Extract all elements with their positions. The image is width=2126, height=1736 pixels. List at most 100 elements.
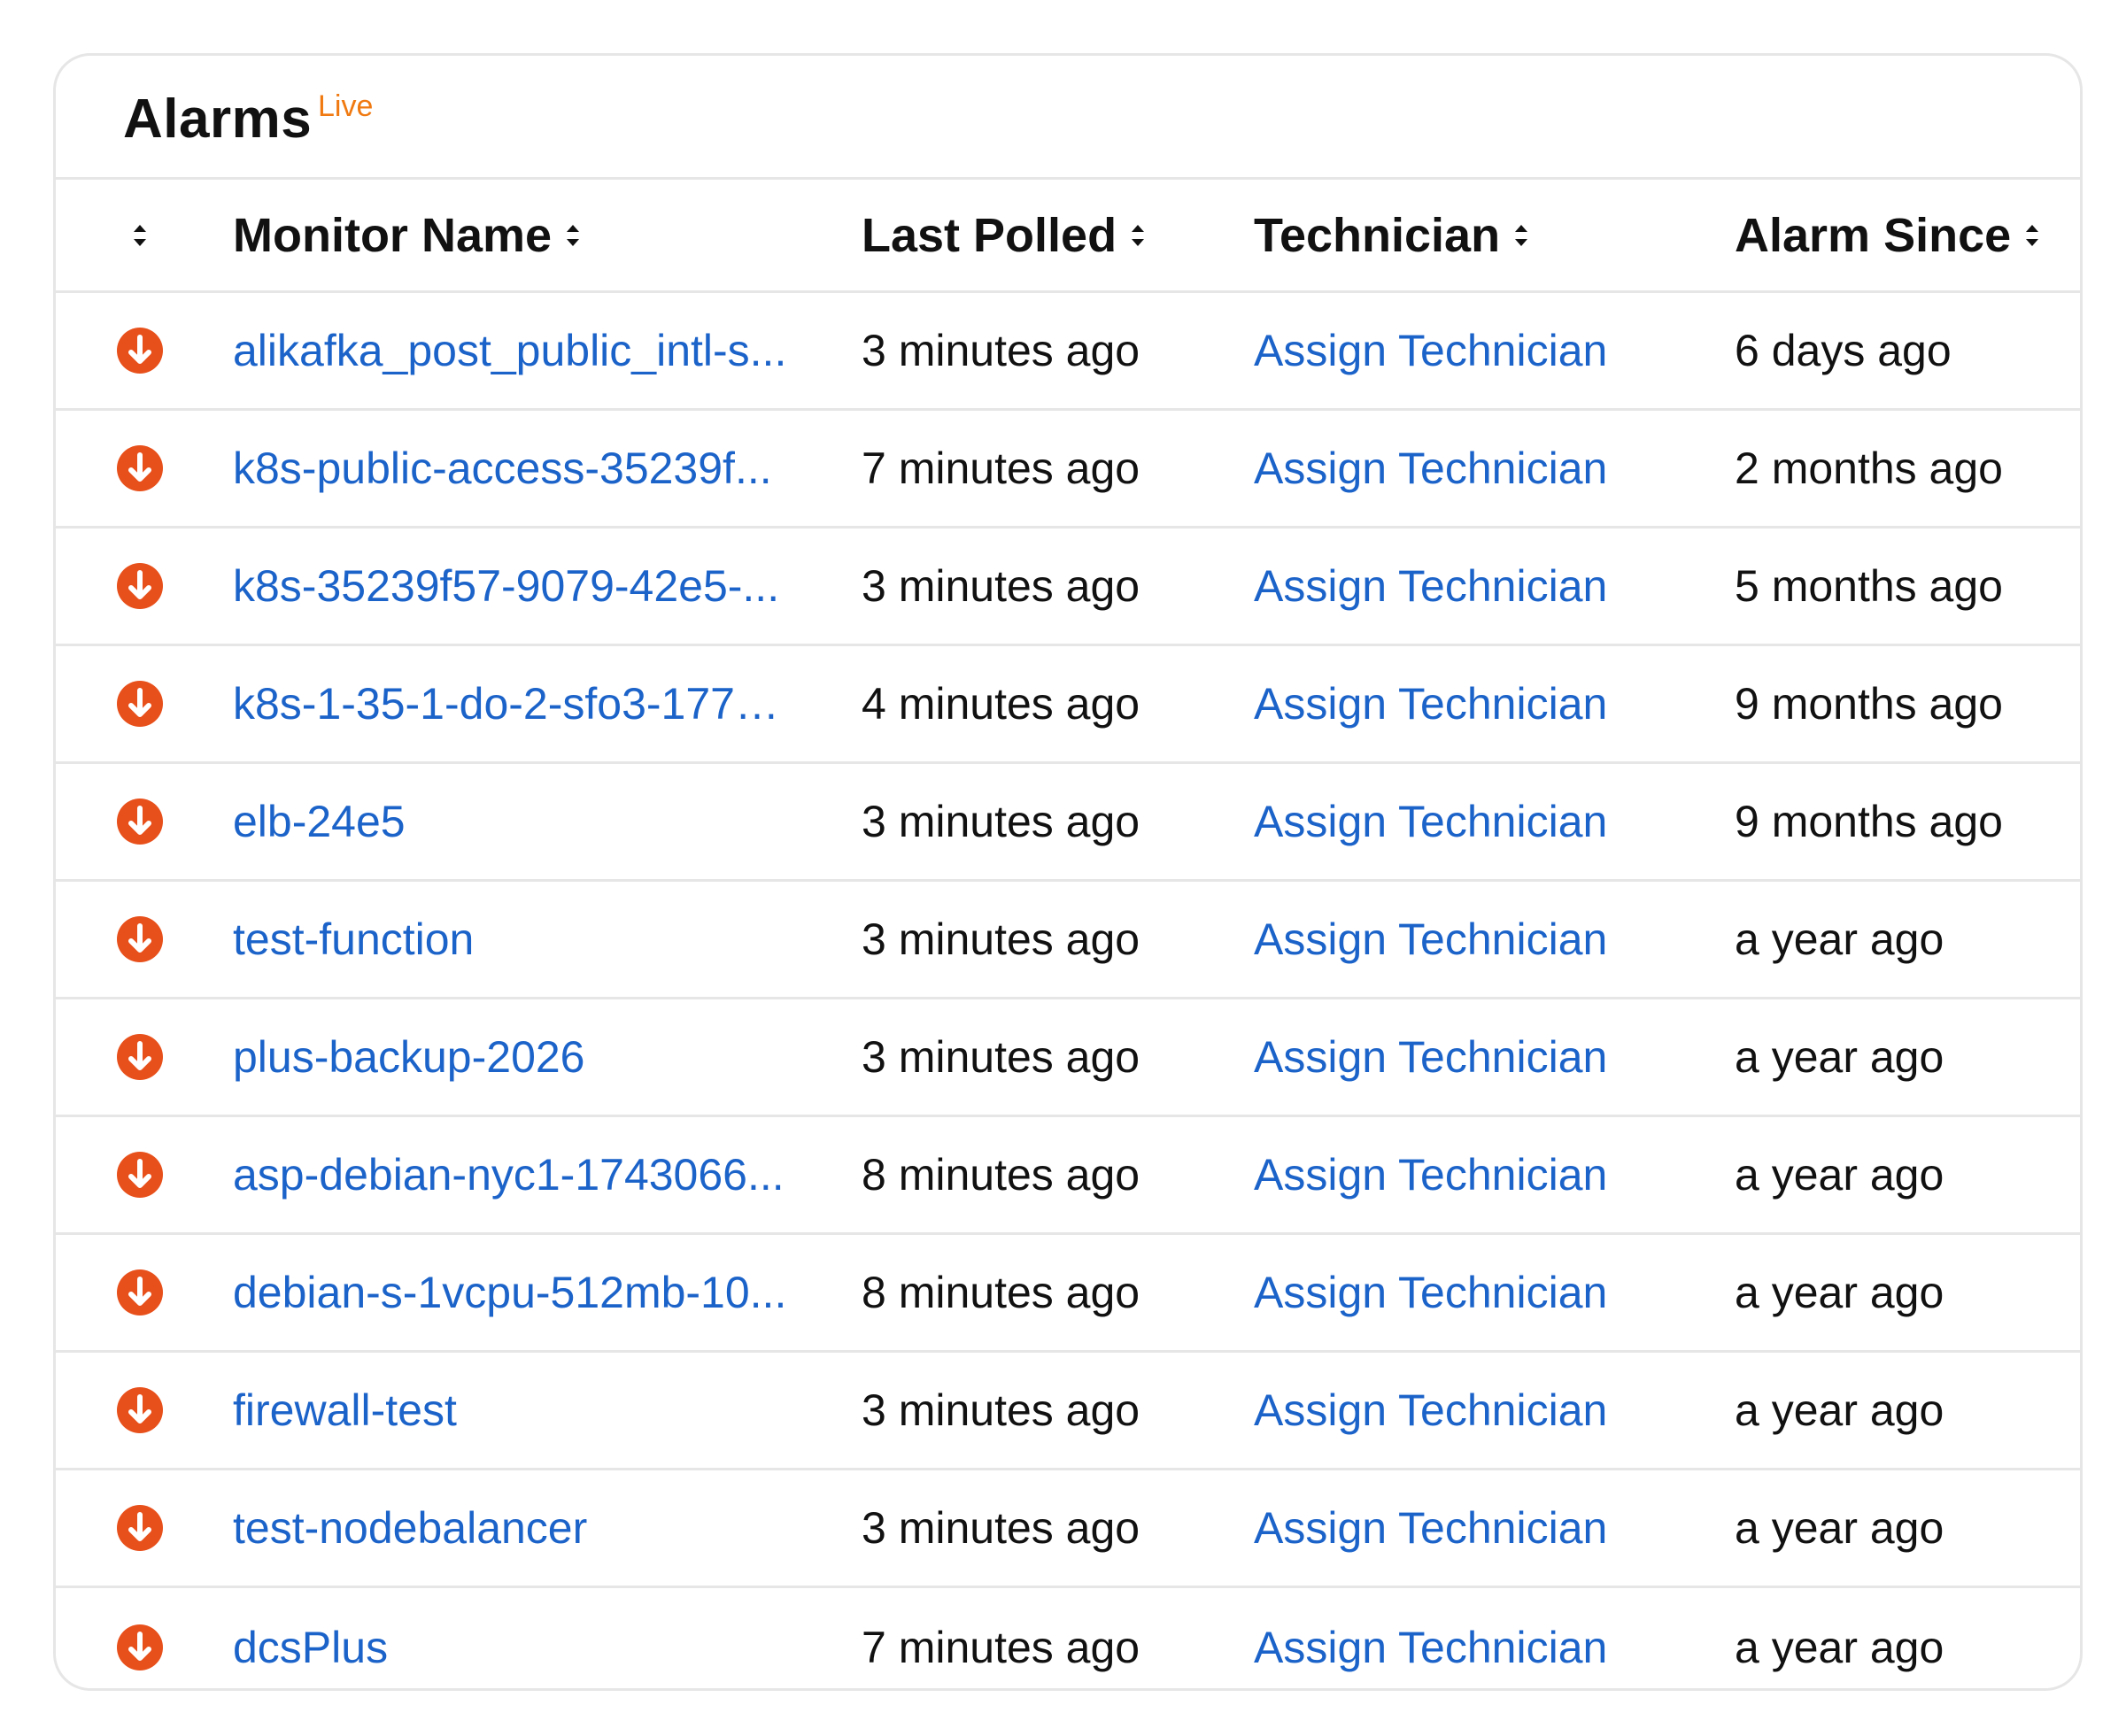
status-cell	[109, 1470, 171, 1586]
alarm-since-value: 9 months ago	[1735, 679, 2003, 729]
monitor-name-cell: firewall-test	[233, 1353, 800, 1468]
sort-updown-icon	[1132, 224, 1145, 246]
last-polled-cell: 8 minutes ago	[862, 1235, 1216, 1350]
monitor-name-cell: k8s-public-access-35239f...	[233, 411, 800, 526]
monitor-name-link[interactable]: test-nodebalancer	[233, 1502, 587, 1554]
monitor-name-cell: asp-debian-nyc1-1743066...	[233, 1117, 800, 1232]
monitor-name-cell: debian-s-1vcpu-512mb-10...	[233, 1235, 800, 1350]
last-polled-value: 3 minutes ago	[862, 326, 1140, 375]
last-polled-value: 7 minutes ago	[862, 444, 1140, 493]
last-polled-value: 8 minutes ago	[862, 1268, 1140, 1317]
monitor-name-link[interactable]: test-function	[233, 914, 474, 965]
table-row: test-function 3 minutes ago Assign Techn…	[56, 882, 2080, 999]
last-polled-value: 3 minutes ago	[862, 914, 1140, 964]
alarm-since-cell: 9 months ago	[1735, 646, 2071, 761]
monitor-name-link[interactable]: alikafka_post_public_intl-s...	[233, 325, 786, 376]
assign-technician-link[interactable]: Assign Technician	[1254, 1267, 1607, 1318]
table-body: alikafka_post_public_intl-s... 3 minutes…	[56, 293, 2080, 1688]
last-polled-cell: 3 minutes ago	[862, 882, 1216, 997]
column-header-last-polled[interactable]: Last Polled	[862, 180, 1216, 290]
assign-technician-link[interactable]: Assign Technician	[1254, 1502, 1607, 1554]
alarm-since-value: 2 months ago	[1735, 444, 2003, 493]
monitor-name-link[interactable]: plus-backup-2026	[233, 1031, 585, 1083]
technician-cell: Assign Technician	[1254, 1117, 1679, 1232]
technician-cell: Assign Technician	[1254, 1353, 1679, 1468]
last-polled-value: 8 minutes ago	[862, 1150, 1140, 1200]
alarm-since-value: a year ago	[1735, 914, 1944, 964]
table-row: k8s-1-35-1-do-2-sfo3-17757... 4 minutes …	[56, 646, 2080, 764]
monitor-name-cell: dcsPlus	[233, 1588, 800, 1688]
assign-technician-link[interactable]: Assign Technician	[1254, 914, 1607, 965]
table-row: debian-s-1vcpu-512mb-10... 8 minutes ago…	[56, 1235, 2080, 1353]
monitor-name-cell: test-nodebalancer	[233, 1470, 800, 1586]
column-header-monitor-name[interactable]: Monitor Name	[233, 180, 800, 290]
monitor-name-link[interactable]: k8s-1-35-1-do-2-sfo3-17757...	[233, 678, 800, 729]
technician-cell: Assign Technician	[1254, 882, 1679, 997]
assign-technician-link[interactable]: Assign Technician	[1254, 1622, 1607, 1673]
assign-technician-link[interactable]: Assign Technician	[1254, 1385, 1607, 1436]
technician-cell: Assign Technician	[1254, 1588, 1679, 1688]
alarms-card: Alarms Live Monitor Name Last Polled Tec…	[53, 53, 2083, 1691]
monitor-name-link[interactable]: dcsPlus	[233, 1622, 388, 1673]
assign-technician-link[interactable]: Assign Technician	[1254, 325, 1607, 376]
table-row: plus-backup-2026 3 minutes ago Assign Te…	[56, 999, 2080, 1117]
alarm-since-value: a year ago	[1735, 1503, 1944, 1553]
alarm-since-cell: 6 days ago	[1735, 293, 2071, 408]
arrow-down-circle-icon	[117, 563, 163, 609]
technician-cell: Assign Technician	[1254, 411, 1679, 526]
column-header-technician[interactable]: Technician	[1254, 180, 1679, 290]
last-polled-cell: 3 minutes ago	[862, 999, 1216, 1115]
technician-cell: Assign Technician	[1254, 1235, 1679, 1350]
last-polled-cell: 3 minutes ago	[862, 293, 1216, 408]
table-row: dcsPlus 7 minutes ago Assign Technician …	[56, 1588, 2080, 1688]
assign-technician-link[interactable]: Assign Technician	[1254, 1031, 1607, 1083]
last-polled-value: 3 minutes ago	[862, 797, 1140, 846]
alarm-since-cell: a year ago	[1735, 1235, 2071, 1350]
monitor-name-link[interactable]: elb-24e5	[233, 796, 406, 847]
alarm-since-value: a year ago	[1735, 1385, 1944, 1435]
last-polled-value: 3 minutes ago	[862, 1503, 1140, 1553]
monitor-name-cell: elb-24e5	[233, 764, 800, 879]
table-row: test-nodebalancer 3 minutes ago Assign T…	[56, 1470, 2080, 1588]
assign-technician-link[interactable]: Assign Technician	[1254, 678, 1607, 729]
alarm-since-cell: 9 months ago	[1735, 764, 2071, 879]
last-polled-value: 3 minutes ago	[862, 561, 1140, 611]
assign-technician-link[interactable]: Assign Technician	[1254, 796, 1607, 847]
table-row: k8s-public-access-35239f... 7 minutes ag…	[56, 411, 2080, 529]
alarm-since-cell: 2 months ago	[1735, 411, 2071, 526]
monitor-name-link[interactable]: k8s-35239f57-9079-42e5-...	[233, 560, 779, 612]
last-polled-cell: 3 minutes ago	[862, 1470, 1216, 1586]
monitor-name-link[interactable]: k8s-public-access-35239f...	[233, 443, 772, 494]
technician-cell: Assign Technician	[1254, 293, 1679, 408]
alarm-since-value: 5 months ago	[1735, 561, 2003, 611]
monitor-name-cell: k8s-1-35-1-do-2-sfo3-17757...	[233, 646, 800, 761]
status-sort-header[interactable]	[109, 180, 171, 290]
alarm-since-cell: a year ago	[1735, 882, 2071, 997]
sort-updown-icon	[2026, 224, 2039, 246]
last-polled-value: 3 minutes ago	[862, 1032, 1140, 1082]
table-row: firewall-test 3 minutes ago Assign Techn…	[56, 1353, 2080, 1470]
monitor-name-link[interactable]: firewall-test	[233, 1385, 457, 1436]
monitor-name-link[interactable]: asp-debian-nyc1-1743066...	[233, 1149, 785, 1200]
alarm-since-cell: a year ago	[1735, 999, 2071, 1115]
arrow-down-circle-icon	[117, 681, 163, 727]
last-polled-value: 3 minutes ago	[862, 1385, 1140, 1435]
column-header-alarm-since[interactable]: Alarm Since	[1735, 180, 2071, 290]
monitor-name-link[interactable]: debian-s-1vcpu-512mb-10...	[233, 1267, 786, 1318]
alarm-since-cell: a year ago	[1735, 1470, 2071, 1586]
arrow-down-circle-icon	[117, 799, 163, 845]
monitor-name-cell: alikafka_post_public_intl-s...	[233, 293, 800, 408]
last-polled-cell: 3 minutes ago	[862, 529, 1216, 644]
live-badge: Live	[318, 89, 374, 123]
alarm-since-cell: a year ago	[1735, 1117, 2071, 1232]
arrow-down-circle-icon	[117, 445, 163, 491]
assign-technician-link[interactable]: Assign Technician	[1254, 1149, 1607, 1200]
sort-updown-icon	[1515, 224, 1528, 246]
sort-updown-icon	[567, 224, 580, 246]
last-polled-cell: 3 minutes ago	[862, 1353, 1216, 1468]
arrow-down-circle-icon	[117, 1387, 163, 1433]
status-cell	[109, 411, 171, 526]
assign-technician-link[interactable]: Assign Technician	[1254, 443, 1607, 494]
assign-technician-link[interactable]: Assign Technician	[1254, 560, 1607, 612]
arrow-down-circle-icon	[117, 916, 163, 962]
